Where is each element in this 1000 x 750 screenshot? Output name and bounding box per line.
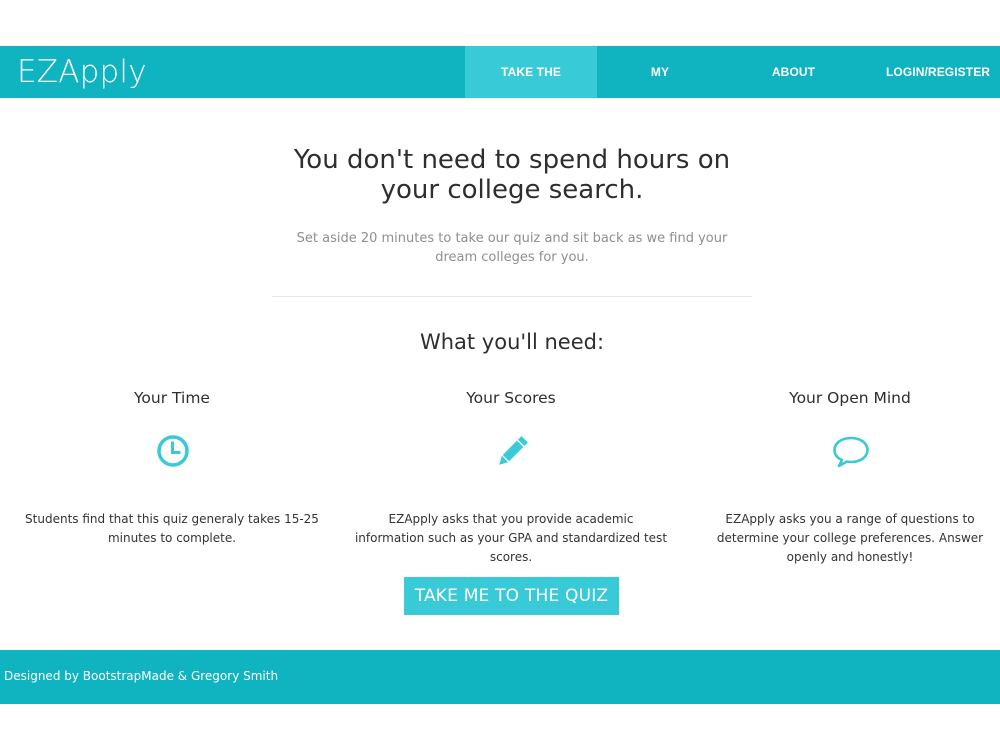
footer: Designed by BootstrapMade & Gregory Smit… [0, 650, 1000, 704]
col-title-open-mind: Your Open Mind [789, 389, 911, 407]
nav-item-take-quiz[interactable]: TAKE THE QUIZ [465, 46, 597, 131]
nav-item-take-quiz-wrap: TAKE THE QUIZ [465, 46, 597, 131]
nav-item-login-register[interactable]: LOGIN/REGISTER [864, 46, 1000, 98]
nav-item-my-colleges-wrap: MY COLLEGES [597, 46, 723, 131]
nav-menu: TAKE THE QUIZ MY COLLEGES ABOUT EZAPPLY … [465, 46, 1000, 131]
col-text-open-mind: EZApply asks you a range of questions to… [716, 512, 984, 564]
take-quiz-button[interactable]: TAKE ME TO THE QUIZ [404, 577, 619, 615]
col-title-scores: Your Scores [466, 389, 556, 407]
col-text-time: Students find that this quiz generaly ta… [25, 512, 319, 545]
hero-title: You don't need to spend hours on your co… [293, 145, 731, 205]
nav-item-about-wrap: ABOUT EZAPPLY [723, 46, 864, 131]
col-text-scores: EZApply asks that you provide academic i… [354, 512, 668, 564]
hero-subtitle: Set aside 20 minutes to take our quiz an… [296, 231, 728, 265]
needs-heading: What you'll need: [419, 330, 605, 354]
brand-logo[interactable]: EZApply [17, 46, 147, 98]
pencil-icon [499, 436, 528, 465]
clock-icon [157, 435, 189, 467]
col-title-time: Your Time [134, 389, 210, 407]
nav-item-about[interactable]: ABOUT EZAPPLY [723, 46, 864, 131]
nav-item-login-wrap: LOGIN/REGISTER [864, 46, 1000, 98]
nav-item-my-colleges[interactable]: MY COLLEGES [597, 46, 723, 131]
navbar: EZApply TAKE THE QUIZ MY COLLEGES ABOUT … [0, 46, 1000, 131]
footer-credits: Designed by BootstrapMade & Gregory Smit… [4, 669, 279, 683]
page: EZApply TAKE THE QUIZ MY COLLEGES ABOUT … [0, 0, 1000, 750]
speech-bubble-icon [833, 436, 869, 468]
section-divider [272, 296, 752, 297]
